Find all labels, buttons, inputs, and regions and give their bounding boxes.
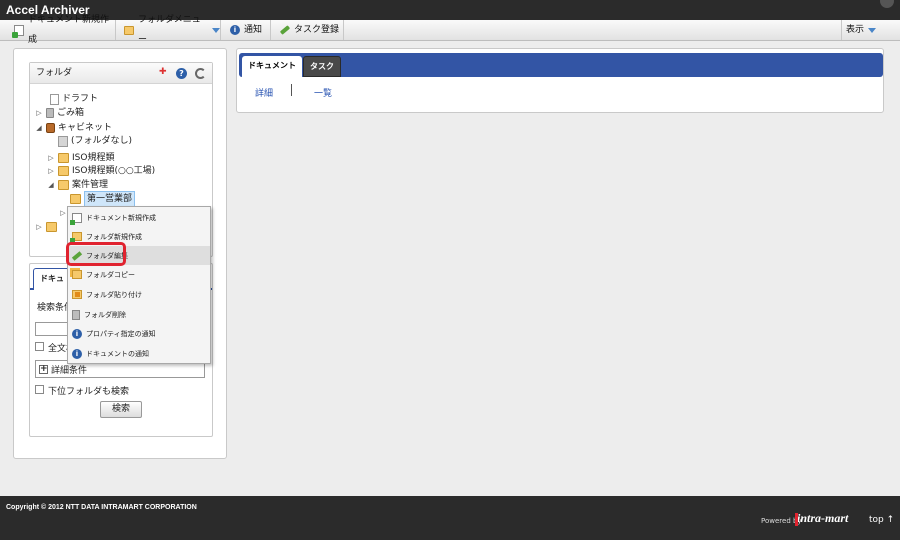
folder-icon [46, 222, 57, 232]
toolbar: ドキュメント新規作成 フォルダメニュー i 通知 タスク登録 表示 [0, 15, 900, 45]
notify-label: 通知 [244, 25, 263, 35]
tree-item-trash[interactable]: ▷ ごみ箱 [35, 106, 84, 120]
expand-icon[interactable]: ▷ [35, 109, 43, 117]
task-register-button[interactable]: タスク登録 [276, 20, 344, 40]
tree-label: ごみ箱 [57, 108, 85, 118]
fulltext-checkbox[interactable] [35, 342, 44, 351]
folder-panel-header: フォルダ ✚ ? [30, 63, 212, 84]
new-document-icon [12, 24, 24, 38]
back-to-top-link[interactable]: top ↑ [869, 515, 894, 525]
new-document-button[interactable]: ドキュメント新規作成 [10, 15, 116, 45]
tab-label: ドキュ [40, 274, 64, 283]
refresh-icon[interactable] [195, 68, 206, 79]
highlight-annotation [66, 242, 126, 266]
tree-item-iso-factory[interactable]: ▷ ISO規程類(○○工場) [47, 164, 155, 178]
tree-item-hidden-2[interactable]: ▷ [35, 220, 57, 234]
menu-item-copy-folder[interactable]: フォルダコピー [68, 265, 210, 284]
subfolder-checkbox[interactable] [35, 385, 44, 394]
tree-label-selected: 第一営業部 [84, 191, 136, 207]
menu-label: フォルダコピー [86, 270, 135, 279]
collapse-icon[interactable]: ◢ [47, 181, 55, 189]
menu-item-new-document[interactable]: ドキュメント新規作成 [68, 208, 210, 227]
expand-icon[interactable]: ▷ [59, 209, 67, 217]
tree-label: ドラフト [62, 94, 99, 104]
search-button[interactable]: 検索 [100, 401, 142, 418]
paste-folder-icon [72, 290, 82, 299]
tree-item-iso[interactable]: ▷ ISO規程類 [47, 151, 114, 165]
tree-item-draft[interactable]: ドラフト [50, 92, 98, 106]
help-icon[interactable]: ? [176, 68, 187, 79]
tab-task[interactable]: タスク [303, 56, 341, 77]
cabinet-icon [46, 123, 55, 133]
main-tab-strip: ドキュメント タスク [239, 53, 883, 77]
detail-view-link[interactable]: 詳細 [255, 86, 273, 99]
new-folder-icon [70, 232, 82, 243]
info-icon: i [72, 328, 82, 339]
expand-icon[interactable]: ▷ [47, 167, 55, 175]
collapse-icon[interactable]: ◢ [35, 124, 43, 132]
menu-item-paste-folder[interactable]: フォルダ貼り付け [68, 285, 210, 304]
notify-button[interactable]: i 通知 [226, 20, 271, 40]
info-icon: i [72, 348, 82, 359]
menu-item-delete-folder[interactable]: フォルダ削除 [68, 305, 210, 324]
task-register-label: タスク登録 [294, 25, 340, 35]
tree-item-sales1[interactable]: 第一営業部 [70, 191, 136, 207]
tab-document[interactable]: ドキュメント [242, 56, 302, 77]
chevron-down-icon [868, 27, 877, 33]
menu-label: ドキュメントの通知 [86, 349, 149, 358]
tree-label: (フォルダなし) [71, 136, 133, 146]
app-title-bar: Accel Archiver [0, 0, 900, 20]
expand-icon[interactable]: ▷ [35, 223, 43, 231]
window-corner-control[interactable] [880, 0, 894, 8]
folder-menu-button[interactable]: フォルダメニュー [120, 15, 221, 45]
intra-mart-logo: intra-mart [794, 511, 849, 526]
folder-icon [124, 25, 134, 35]
folder-icon [58, 153, 69, 163]
new-document-icon [70, 212, 82, 225]
plus-icon: + [39, 363, 48, 374]
folder-icon [70, 194, 81, 204]
link-divider [291, 84, 292, 96]
trash-icon [72, 309, 80, 320]
menu-label: フォルダ貼り付け [86, 290, 142, 299]
expand-icon[interactable]: ▷ [47, 154, 55, 162]
pencil-icon [279, 25, 291, 35]
tree-item-cabinet[interactable]: ◢ キャビネット [35, 121, 112, 135]
list-view-link[interactable]: 一覧 [314, 86, 332, 99]
display-label: 表示 [846, 25, 865, 35]
tree-label: ISO規程類(○○工場) [72, 166, 156, 176]
menu-label: ドキュメント新規作成 [86, 213, 156, 222]
trash-icon [46, 108, 54, 118]
chevron-down-icon [212, 27, 220, 33]
folder-icon [58, 180, 69, 190]
tree-item-case-mgmt[interactable]: ◢ 案件管理 [47, 178, 108, 192]
display-menu-button[interactable]: 表示 [841, 20, 887, 40]
menu-label: プロパティ指定の通知 [86, 329, 156, 338]
tree-item-no-folder[interactable]: (フォルダなし) [58, 134, 132, 148]
tree-label: キャビネット [58, 123, 113, 133]
copy-folder-icon [72, 270, 82, 279]
footer: Copyright © 2012 NTT DATA INTRAMART CORP… [0, 496, 900, 540]
tree-label: 案件管理 [72, 180, 109, 190]
folder-icon [58, 135, 68, 147]
subfolder-label: 下位フォルダも検索 [48, 387, 130, 397]
tree-item-hidden-1[interactable]: ▷ [59, 206, 67, 220]
menu-label: フォルダ削除 [84, 310, 126, 319]
menu-item-document-notify[interactable]: i ドキュメントの通知 [68, 344, 210, 363]
detail-condition-label: 詳細条件 [51, 365, 88, 376]
folder-menu-label: フォルダメニュー [138, 15, 201, 45]
copyright-text: Copyright © 2012 NTT DATA INTRAMART CORP… [6, 504, 197, 511]
folder-panel-title: フォルダ [36, 68, 73, 78]
main-panel: ドキュメント タスク 詳細 一覧 [236, 48, 884, 113]
folder-icon [58, 166, 69, 176]
document-icon [50, 93, 59, 105]
tree-label: ISO規程類 [72, 153, 115, 163]
info-icon: i [230, 25, 240, 35]
menu-item-property-notify[interactable]: i プロパティ指定の通知 [68, 324, 210, 343]
pin-icon[interactable]: ✚ [159, 68, 168, 77]
new-document-label: ドキュメント新規作成 [28, 15, 110, 45]
folder-context-menu: ドキュメント新規作成 フォルダ新規作成 フォルダ編集 フォルダコピー フォルダ貼… [67, 206, 211, 364]
menu-label: フォルダ新規作成 [86, 232, 142, 241]
